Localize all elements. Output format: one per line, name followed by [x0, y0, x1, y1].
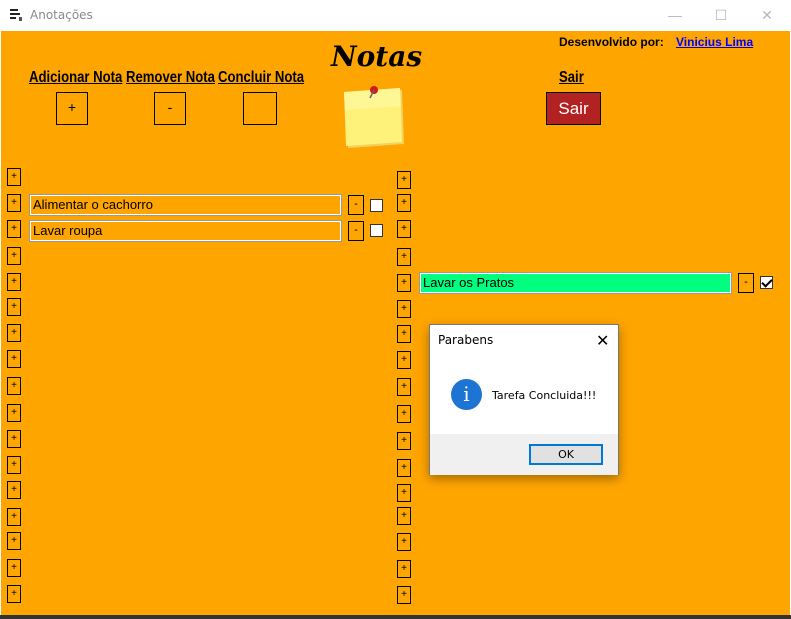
exit-button[interactable]: Sair: [546, 92, 601, 125]
notes-app-icon: [10, 9, 22, 21]
message-dialog: Parabens ✕ i Tarefa Concluida!!! OK: [429, 324, 619, 475]
dialog-close-icon[interactable]: ✕: [596, 331, 609, 351]
left-add-row-7-button[interactable]: +: [7, 324, 21, 342]
note-3-checkbox[interactable]: [760, 276, 773, 289]
right-add-row-3-button[interactable]: +: [397, 220, 411, 238]
add-note-label: Adicionar Nota: [29, 69, 123, 86]
left-add-row-3-button[interactable]: +: [7, 220, 21, 238]
left-add-row-17-button[interactable]: +: [7, 585, 21, 603]
left-add-row-11-button[interactable]: +: [7, 430, 21, 448]
right-add-row-8-button[interactable]: +: [397, 351, 411, 369]
sticky-note-icon: [344, 86, 404, 148]
right-add-row-7-button[interactable]: +: [397, 325, 411, 343]
author-link[interactable]: Vinicius Lima: [676, 35, 753, 49]
left-add-row-15-button[interactable]: +: [7, 532, 21, 550]
right-add-row-4-button[interactable]: +: [397, 248, 411, 266]
left-add-row-4-button[interactable]: +: [7, 247, 21, 265]
left-add-row-10-button[interactable]: +: [7, 404, 21, 422]
developer-label: Desenvolvido por:: [559, 35, 664, 49]
note-1-checkbox[interactable]: [370, 199, 383, 212]
exit-label: Sair: [559, 69, 584, 86]
remove-note-label: Remover Nota: [126, 69, 215, 86]
left-add-row-5-button[interactable]: +: [7, 273, 21, 291]
left-add-row-14-button[interactable]: +: [7, 508, 21, 526]
add-note-button[interactable]: +: [56, 92, 88, 125]
left-add-row-16-button[interactable]: +: [7, 559, 21, 577]
conclude-note-label: Concluir Nota: [218, 69, 305, 86]
window-bottom-border: [0, 615, 791, 619]
left-add-row-1-button[interactable]: +: [7, 168, 21, 186]
left-add-row-9-button[interactable]: +: [7, 377, 21, 395]
info-icon: i: [451, 379, 482, 410]
right-add-row-1-button[interactable]: +: [397, 171, 411, 189]
left-add-row-12-button[interactable]: +: [7, 456, 21, 474]
note-input-1[interactable]: Alimentar o cachorro: [29, 194, 342, 216]
left-add-row-6-button[interactable]: +: [7, 298, 21, 316]
minimize-icon[interactable]: —: [652, 0, 698, 31]
left-add-row-8-button[interactable]: +: [7, 350, 21, 368]
right-add-row-13-button[interactable]: +: [397, 484, 411, 502]
dialog-message: Tarefa Concluida!!!: [492, 389, 597, 402]
conclude-note-button[interactable]: [243, 92, 277, 125]
right-add-row-10-button[interactable]: +: [397, 405, 411, 423]
right-add-row-5-button[interactable]: +: [397, 274, 411, 292]
close-icon[interactable]: ✕: [744, 0, 790, 31]
remove-note-2-button[interactable]: -: [348, 221, 364, 241]
window-title: Anotações: [30, 8, 93, 22]
dialog-title: Parabens: [438, 333, 494, 347]
right-add-row-16-button[interactable]: +: [397, 560, 411, 578]
note-2-checkbox[interactable]: [370, 224, 383, 237]
right-add-row-6-button[interactable]: +: [397, 300, 411, 318]
maximize-icon[interactable]: ☐: [698, 0, 744, 31]
dialog-footer: OK: [430, 434, 618, 475]
remove-note-3-button[interactable]: -: [738, 273, 754, 293]
remove-note-1-button[interactable]: -: [348, 195, 364, 215]
note-input-3[interactable]: Lavar os Pratos: [419, 272, 732, 294]
right-add-row-17-button[interactable]: +: [397, 586, 411, 604]
note-input-2[interactable]: Lavar roupa: [29, 220, 342, 242]
right-add-row-11-button[interactable]: +: [397, 432, 411, 450]
title-bar: Anotações — ☐ ✕: [0, 0, 791, 31]
app-logo-title: Notas: [331, 40, 423, 73]
right-add-row-14-button[interactable]: +: [397, 507, 411, 525]
ok-button[interactable]: OK: [529, 444, 603, 465]
right-add-row-9-button[interactable]: +: [397, 378, 411, 396]
left-add-row-13-button[interactable]: +: [7, 481, 21, 499]
right-add-row-15-button[interactable]: +: [397, 533, 411, 551]
right-add-row-12-button[interactable]: +: [397, 459, 411, 477]
left-add-row-2-button[interactable]: +: [7, 194, 21, 212]
right-add-row-2-button[interactable]: +: [397, 194, 411, 212]
remove-note-button[interactable]: -: [154, 92, 186, 125]
